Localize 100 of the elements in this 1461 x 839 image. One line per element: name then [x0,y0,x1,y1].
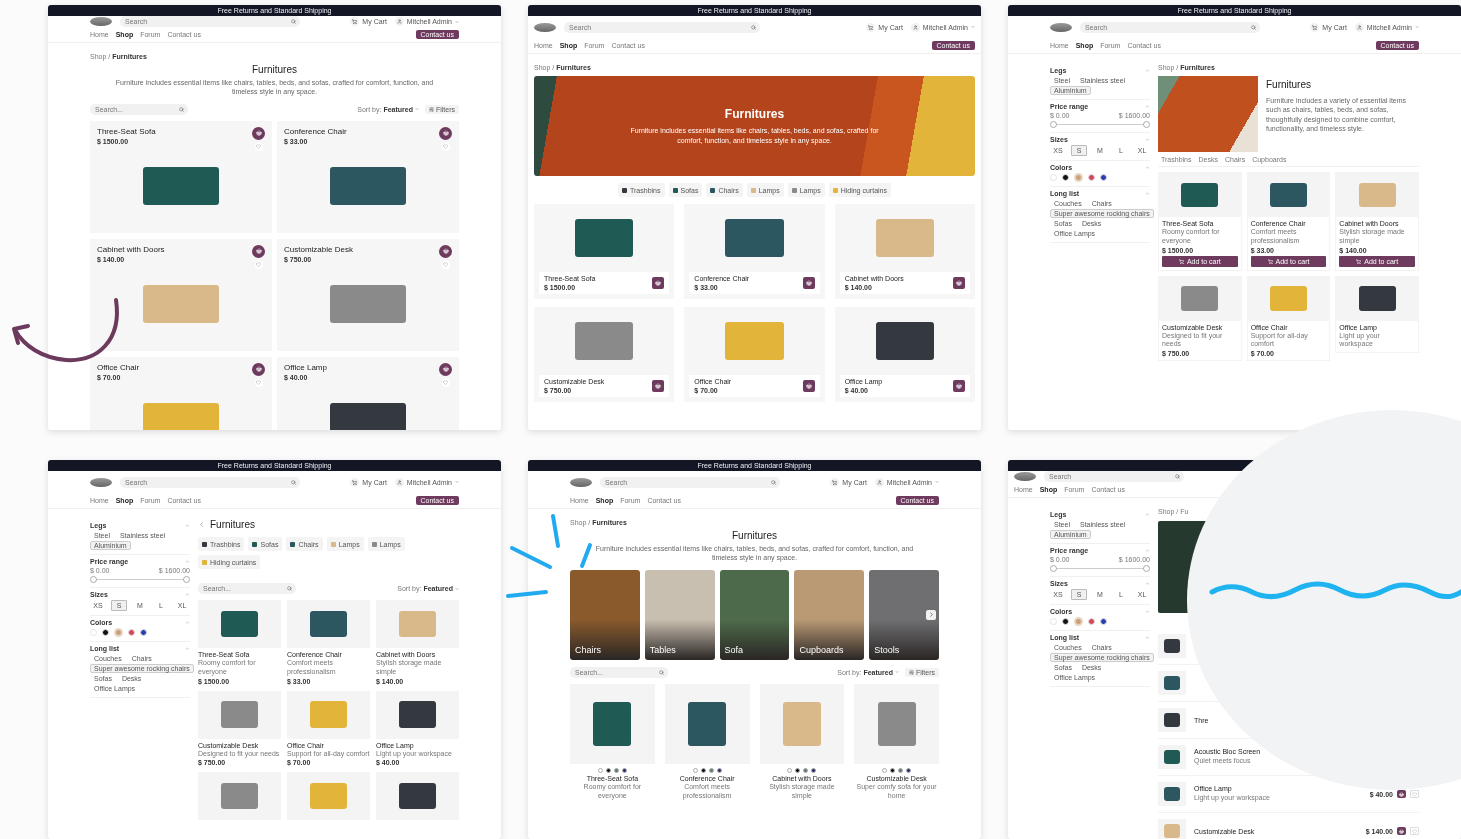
basket-icon [1399,828,1404,834]
color-dot[interactable] [692,767,698,773]
cart-icon [868,24,874,30]
color-swatch[interactable] [1088,618,1095,625]
logo[interactable] [1014,472,1036,481]
slider-thumb[interactable] [1143,565,1150,572]
photo-placeholder [220,701,259,728]
add-to-cart-button[interactable] [802,380,815,392]
photo-placeholder [875,219,935,257]
photo-placeholder [688,701,727,746]
add-to-cart-button[interactable] [802,277,815,289]
thumbnail-icon [672,187,678,193]
add-to-cart-button[interactable] [1397,790,1406,798]
color-dot[interactable] [621,767,627,773]
basket-icon [655,383,662,389]
photo-placeholder [1158,634,1186,658]
color-swatch[interactable] [1100,174,1107,181]
color-swatch[interactable] [128,629,135,636]
color-swatch[interactable] [1100,618,1107,625]
thumbnail-icon [202,541,207,547]
category-tile[interactable]: Chairs [570,569,640,660]
logo[interactable] [534,22,556,32]
color-swatch[interactable] [1074,173,1083,182]
cart-icon [832,479,838,485]
chevron-right-icon [927,611,935,619]
color-swatch[interactable] [1062,618,1069,625]
logo[interactable] [570,477,592,487]
color-dot[interactable] [613,767,619,773]
photo-placeholder [877,701,916,746]
color-dot[interactable] [890,767,896,773]
basket-icon [956,280,962,286]
add-to-cart-button[interactable] [652,380,665,392]
cart-icon [352,19,358,24]
caret-icon [1415,25,1419,29]
page-title: Furnitures [210,519,255,530]
product-name: Customizable Desk [284,244,353,254]
photo-placeholder [725,322,784,360]
category-tile[interactable]: Cupboards [794,569,865,660]
slider-thumb[interactable] [1050,121,1057,128]
basket-icon [805,280,812,286]
slider-thumb[interactable] [90,576,97,583]
thumbnail-icon [791,187,797,193]
color-swatch[interactable] [102,629,109,636]
photo-placeholder [309,610,348,638]
basket-icon [255,248,262,255]
color-dot[interactable] [708,767,714,773]
cart-icon [1267,258,1273,264]
color-swatch[interactable] [1088,174,1095,181]
color-swatch[interactable] [140,629,147,636]
search-icon [751,24,756,30]
color-dot[interactable] [716,767,722,773]
color-swatch[interactable] [1062,174,1069,181]
color-dot[interactable] [795,767,801,773]
color-dot[interactable] [803,767,809,773]
photo-placeholder [574,219,634,257]
color-swatch[interactable] [114,628,123,637]
search-icon [179,106,184,112]
heart-icon [256,262,261,268]
photo-placeholder [1158,745,1186,769]
thumbnail-icon [290,541,296,547]
next-button[interactable] [926,609,936,620]
add-to-cart-button[interactable] [439,244,452,258]
color-dot[interactable] [898,767,904,773]
logo[interactable] [90,17,112,26]
add-to-cart-button[interactable] [439,126,452,140]
color-swatch[interactable] [1074,617,1083,626]
add-to-cart-button[interactable] [652,277,665,289]
add-to-cart-button[interactable] [953,380,965,392]
slider-thumb[interactable] [1050,565,1057,572]
search-icon [771,479,776,485]
add-to-cart-button[interactable] [252,126,265,140]
add-to-cart-button[interactable] [439,362,452,376]
category-tile[interactable]: Stools [869,569,939,660]
slider-thumb[interactable] [183,576,190,583]
user-icon [876,479,882,485]
heart-icon [1412,828,1417,834]
cart-icon [1178,258,1184,264]
logo[interactable] [1050,22,1072,32]
user-icon [1356,24,1362,30]
color-dot[interactable] [882,767,888,773]
photo-placeholder [574,322,634,360]
logo[interactable] [90,477,112,487]
add-to-cart-button[interactable] [1397,827,1406,835]
color-dot[interactable] [700,767,706,773]
photo-placeholder [1270,286,1307,311]
heart-icon [256,380,261,386]
color-dot[interactable] [787,767,793,773]
category-tile[interactable]: Sofa [719,569,790,660]
thumbnail-icon [750,187,756,193]
add-to-cart-button[interactable] [252,362,265,376]
color-dot[interactable] [605,767,611,773]
search-icon [291,479,296,485]
photo-placeholder [875,322,935,360]
color-dot[interactable] [811,767,817,773]
add-to-cart-button[interactable] [252,244,265,258]
slider-thumb[interactable] [1143,121,1150,128]
color-dot[interactable] [906,767,912,773]
add-to-cart-button[interactable] [953,277,965,289]
color-dot[interactable] [597,767,603,773]
category-tile[interactable]: Tables [644,569,715,660]
